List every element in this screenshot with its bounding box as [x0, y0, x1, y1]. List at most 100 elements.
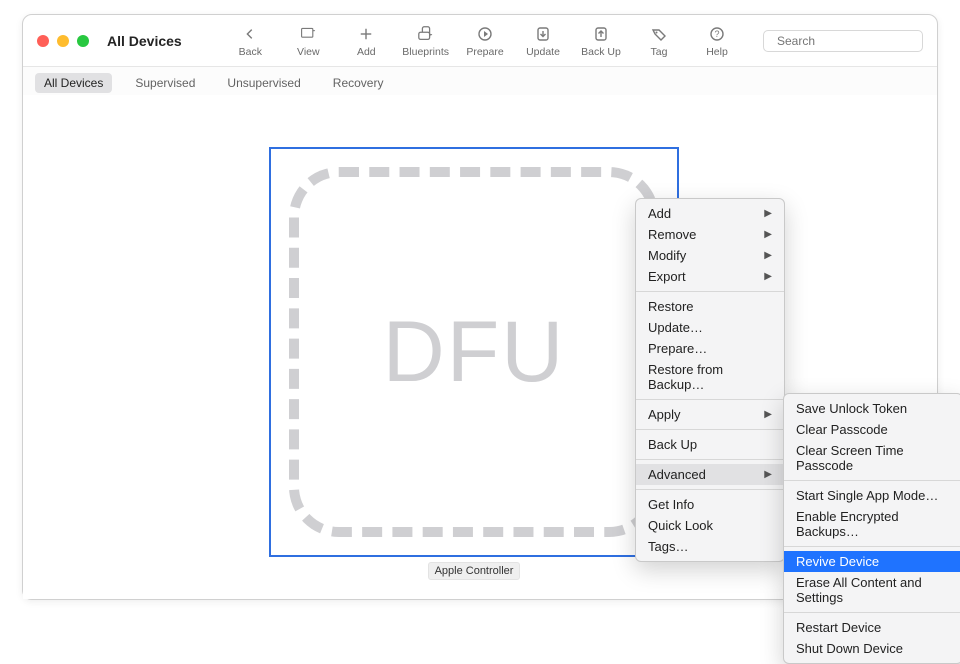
- toolbar: Back View Add Blueprints: [228, 24, 923, 58]
- ctx-erase-all-label: Erase All Content and Settings: [796, 575, 950, 605]
- context-menu: Add ▶ Remove ▶ Modify ▶ Export ▶ Restore Upd…: [635, 198, 785, 562]
- ctx-save-unlock-token[interactable]: Save Unlock Token: [784, 398, 960, 419]
- add-button[interactable]: Add: [344, 24, 388, 58]
- ctx-quick-look-label: Quick Look: [648, 518, 713, 533]
- chevron-right-icon: ▶: [764, 271, 772, 282]
- tag-icon: [648, 24, 670, 44]
- separator: [636, 489, 784, 490]
- help-icon: ?: [706, 24, 728, 44]
- svg-text:?: ?: [714, 29, 719, 39]
- dfu-label: DFU: [383, 303, 566, 402]
- ctx-revive-device-label: Revive Device: [796, 554, 879, 569]
- ctx-apply-label: Apply: [648, 407, 681, 422]
- ctx-export[interactable]: Export ▶: [636, 266, 784, 287]
- blueprint-icon: [415, 24, 437, 44]
- device-card[interactable]: DFU: [269, 147, 679, 557]
- view-button[interactable]: View: [286, 24, 330, 58]
- backup-label: Back Up: [581, 46, 621, 58]
- ctx-restore[interactable]: Restore: [636, 296, 784, 317]
- separator: [636, 429, 784, 430]
- minimize-window-button[interactable]: [57, 35, 69, 47]
- view-label: View: [297, 46, 320, 58]
- ctx-quick-look[interactable]: Quick Look: [636, 515, 784, 536]
- ctx-shut-down-device[interactable]: Shut Down Device: [784, 638, 960, 659]
- separator: [784, 546, 960, 547]
- chevron-left-icon: [239, 24, 261, 44]
- ctx-add-label: Add: [648, 206, 671, 221]
- ctx-advanced[interactable]: Advanced ▶: [636, 464, 784, 485]
- blueprints-button[interactable]: Blueprints: [402, 24, 449, 58]
- filter-all-devices[interactable]: All Devices: [35, 73, 112, 93]
- upload-icon: [590, 24, 612, 44]
- ctx-restart-device[interactable]: Restart Device: [784, 617, 960, 638]
- ctx-prepare-label: Prepare…: [648, 341, 707, 356]
- window-title: All Devices: [107, 33, 182, 49]
- fullscreen-window-button[interactable]: [77, 35, 89, 47]
- back-button[interactable]: Back: [228, 24, 272, 58]
- update-label: Update: [526, 46, 560, 58]
- ctx-remove-label: Remove: [648, 227, 696, 242]
- ctx-get-info-label: Get Info: [648, 497, 694, 512]
- ctx-get-info[interactable]: Get Info: [636, 494, 784, 515]
- ctx-remove[interactable]: Remove ▶: [636, 224, 784, 245]
- ctx-prepare[interactable]: Prepare…: [636, 338, 784, 359]
- ctx-modify[interactable]: Modify ▶: [636, 245, 784, 266]
- ctx-export-label: Export: [648, 269, 686, 284]
- help-button[interactable]: ? Help: [695, 24, 739, 58]
- ctx-enable-encrypted-backups-label: Enable Encrypted Backups…: [796, 509, 950, 539]
- ctx-clear-passcode[interactable]: Clear Passcode: [784, 419, 960, 440]
- prepare-icon: [474, 24, 496, 44]
- filter-supervised[interactable]: Supervised: [126, 73, 204, 93]
- window: All Devices Back View Add: [22, 14, 938, 600]
- ctx-update[interactable]: Update…: [636, 317, 784, 338]
- chevron-right-icon: ▶: [764, 409, 772, 420]
- add-label: Add: [357, 46, 376, 58]
- ctx-restore-from-backup[interactable]: Restore from Backup…: [636, 359, 784, 395]
- ctx-start-single-app-label: Start Single App Mode…: [796, 488, 938, 503]
- traffic-lights: [37, 35, 89, 47]
- ctx-add[interactable]: Add ▶: [636, 203, 784, 224]
- grid-icon: [297, 24, 319, 44]
- ctx-modify-label: Modify: [648, 248, 686, 263]
- ctx-restore-from-backup-label: Restore from Backup…: [648, 362, 772, 392]
- separator: [784, 612, 960, 613]
- chevron-right-icon: ▶: [764, 250, 772, 261]
- tag-button[interactable]: Tag: [637, 24, 681, 58]
- device-label: Apple Controller: [428, 562, 521, 580]
- ctx-shut-down-device-label: Shut Down Device: [796, 641, 903, 656]
- ctx-back-up[interactable]: Back Up: [636, 434, 784, 455]
- device-placeholder: DFU: [289, 167, 659, 537]
- titlebar: All Devices Back View Add: [23, 15, 937, 67]
- ctx-apply[interactable]: Apply ▶: [636, 404, 784, 425]
- download-icon: [532, 24, 554, 44]
- backup-button[interactable]: Back Up: [579, 24, 623, 58]
- search-input-wrap[interactable]: [763, 30, 923, 52]
- chevron-right-icon: ▶: [764, 208, 772, 219]
- ctx-enable-encrypted-backups[interactable]: Enable Encrypted Backups…: [784, 506, 960, 542]
- chevron-right-icon: ▶: [764, 469, 772, 480]
- separator: [784, 480, 960, 481]
- search-input[interactable]: [777, 34, 932, 48]
- update-button[interactable]: Update: [521, 24, 565, 58]
- tag-label: Tag: [651, 46, 668, 58]
- prepare-button[interactable]: Prepare: [463, 24, 507, 58]
- ctx-start-single-app[interactable]: Start Single App Mode…: [784, 485, 960, 506]
- ctx-erase-all[interactable]: Erase All Content and Settings: [784, 572, 960, 608]
- separator: [636, 399, 784, 400]
- close-window-button[interactable]: [37, 35, 49, 47]
- ctx-update-label: Update…: [648, 320, 703, 335]
- ctx-tags-label: Tags…: [648, 539, 688, 554]
- ctx-clear-screen-time[interactable]: Clear Screen Time Passcode: [784, 440, 960, 476]
- chevron-right-icon: ▶: [764, 229, 772, 240]
- filter-recovery[interactable]: Recovery: [324, 73, 393, 93]
- content-area: DFU Apple Controller Add ▶ Remove ▶ Modify…: [23, 95, 937, 599]
- ctx-revive-device[interactable]: Revive Device: [784, 551, 960, 572]
- ctx-advanced-label: Advanced: [648, 467, 706, 482]
- plus-icon: [355, 24, 377, 44]
- filter-unsupervised[interactable]: Unsupervised: [218, 73, 309, 93]
- back-label: Back: [239, 46, 262, 58]
- blueprints-label: Blueprints: [402, 46, 449, 58]
- separator: [636, 459, 784, 460]
- device-label-wrap: Apple Controller: [269, 562, 679, 580]
- ctx-tags[interactable]: Tags…: [636, 536, 784, 557]
